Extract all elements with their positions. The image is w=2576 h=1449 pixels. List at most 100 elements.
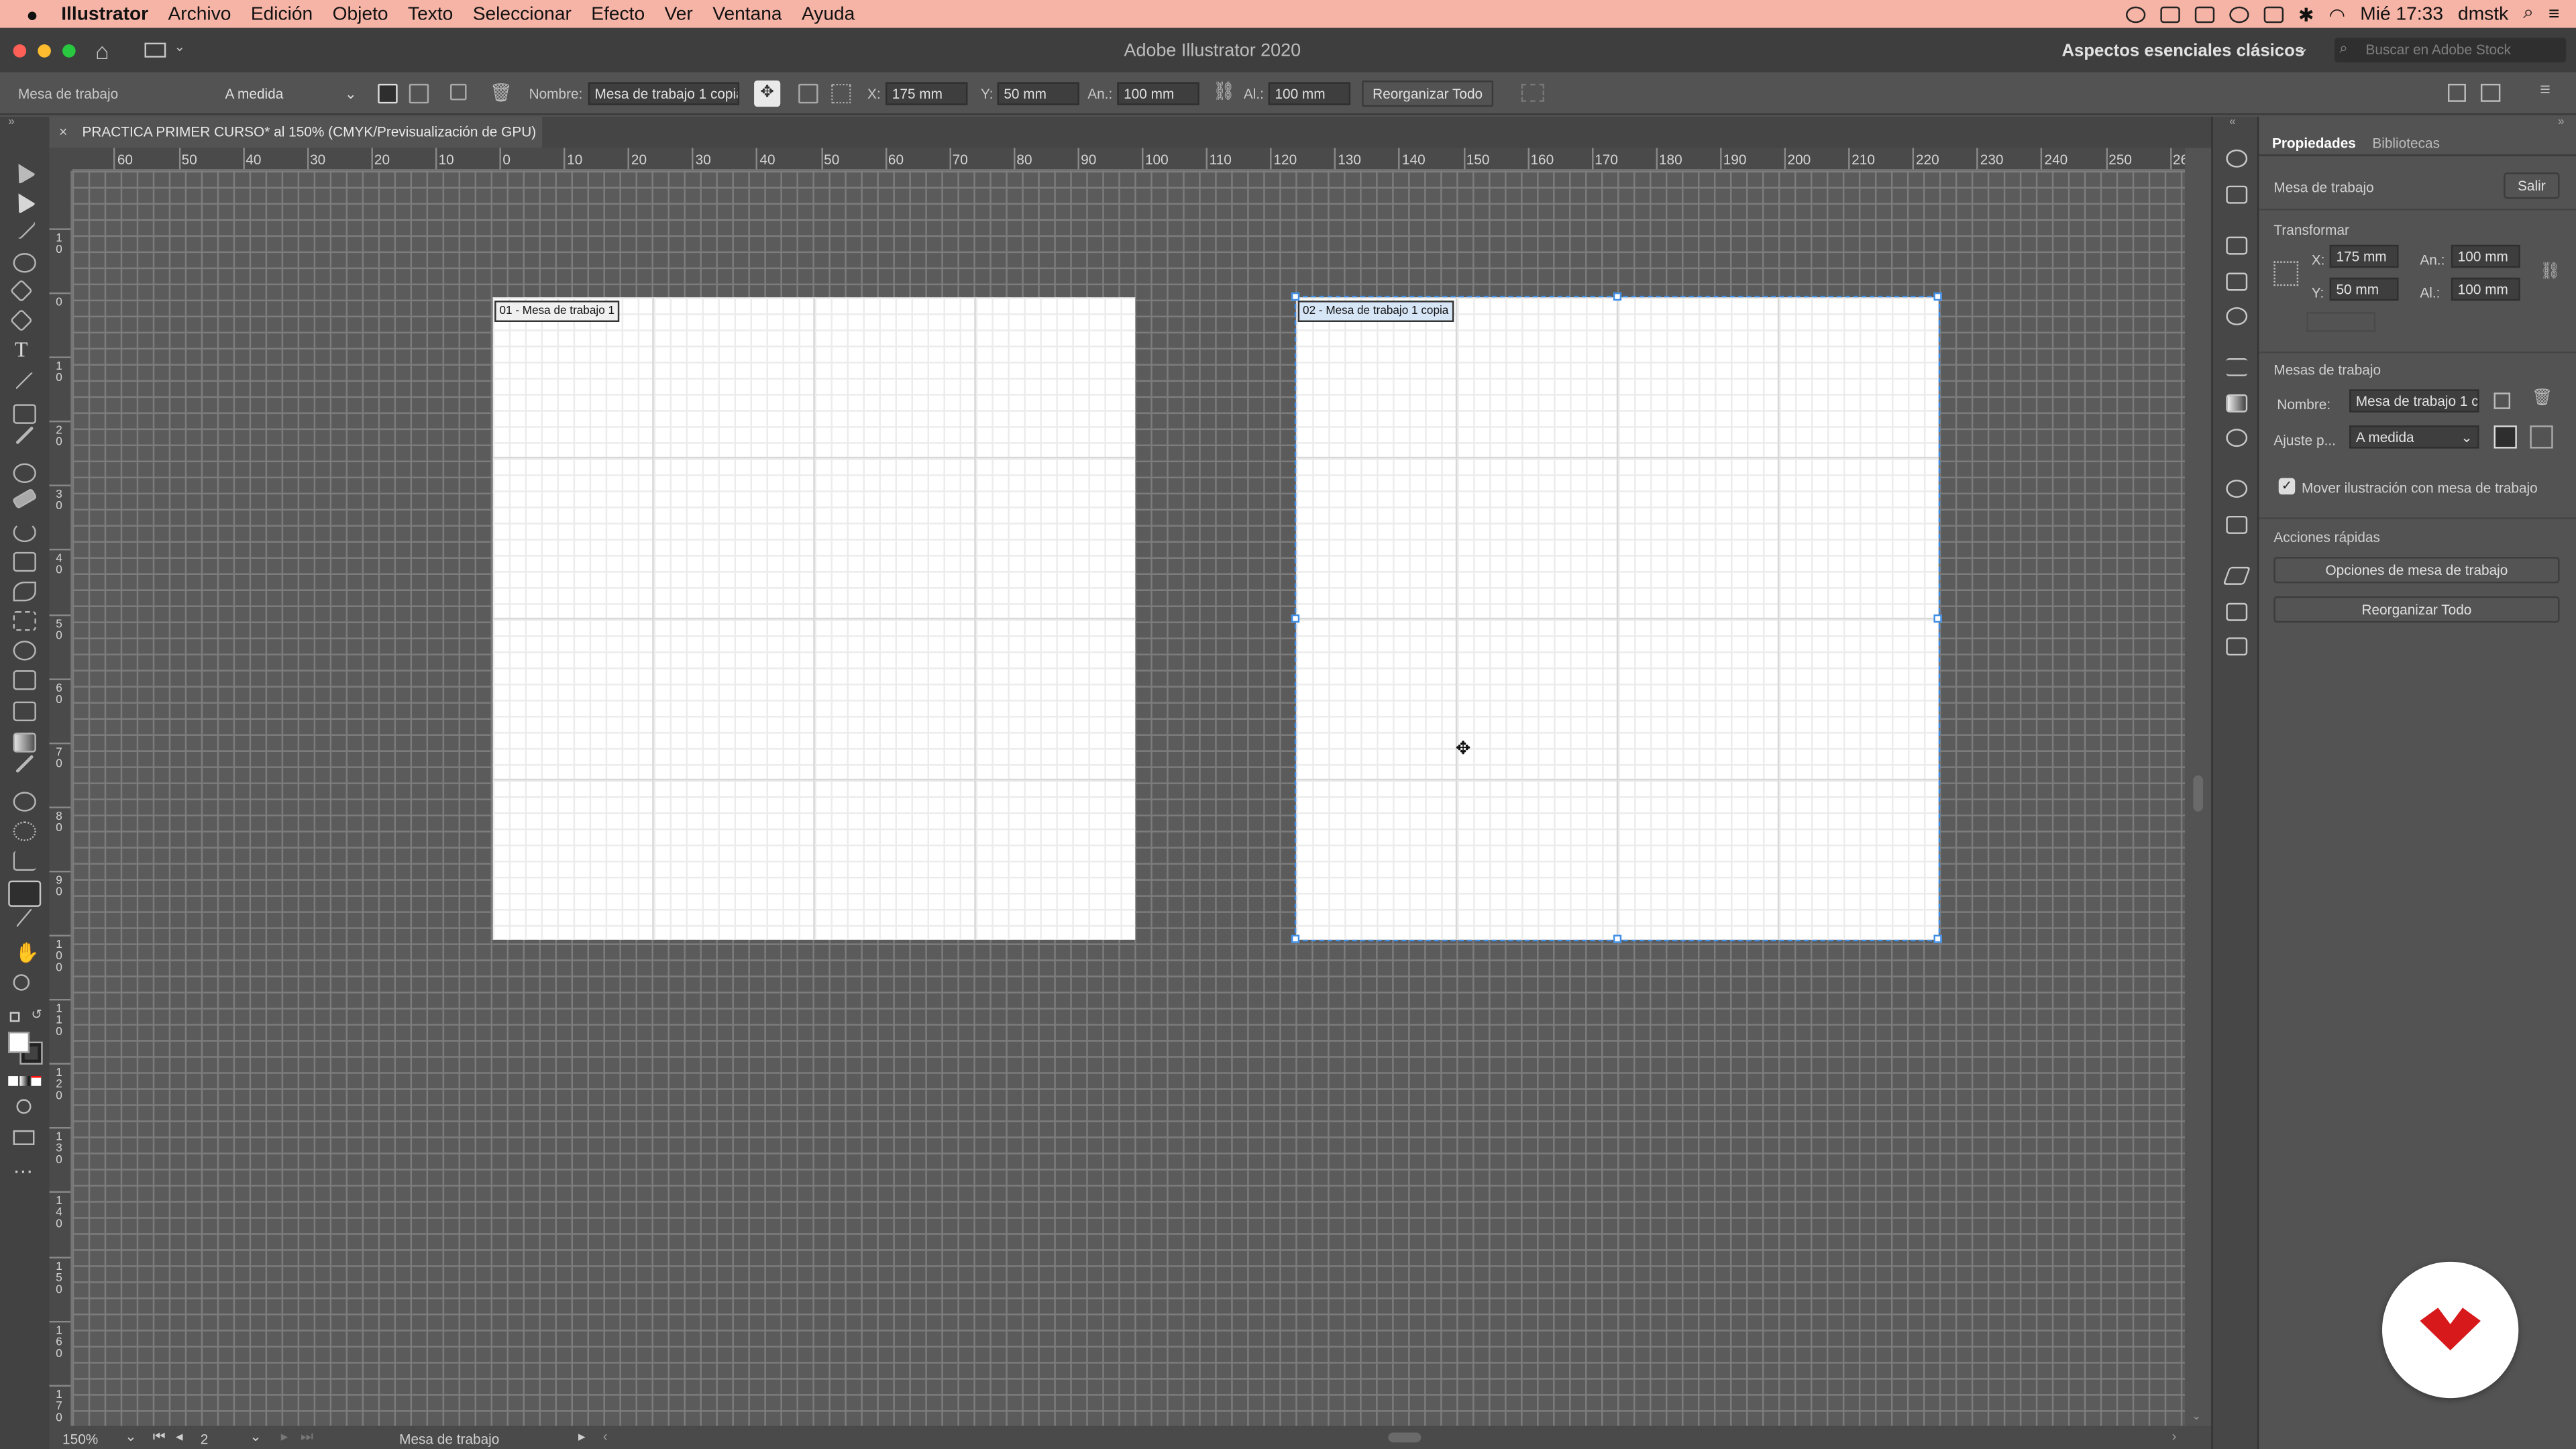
hand-tool-icon[interactable]: ✋ [15, 941, 40, 964]
more-tools-icon[interactable]: ⋯ [13, 1160, 33, 1183]
ruler-origin[interactable] [49, 148, 72, 171]
pen-tool-icon[interactable] [9, 279, 34, 303]
artboard-tool-icon[interactable] [8, 880, 42, 907]
none-mode-icon[interactable] [31, 1076, 42, 1086]
collapse-panels-icon[interactable]: « [2229, 117, 2236, 128]
arrange-icon[interactable] [2447, 83, 2466, 102]
reference-point-icon[interactable] [831, 83, 851, 104]
rectangle-tool-icon[interactable] [13, 404, 36, 424]
line-tool-icon[interactable] [15, 372, 34, 391]
type-tool-icon[interactable]: T [15, 337, 28, 363]
clock[interactable]: Mié 17:33 [2360, 4, 2443, 23]
collapse-toolbar-icon[interactable]: » [8, 117, 15, 128]
status-mode[interactable]: Mesa de trabajo [399, 1431, 499, 1447]
resize-handle-top-right[interactable] [1933, 292, 1942, 301]
artboard-options-icon[interactable] [798, 83, 818, 104]
close-tab-icon[interactable]: × [59, 117, 67, 148]
bluetooth-icon[interactable]: ✱ [2298, 3, 2314, 25]
constrain-proportions-icon[interactable]: ⛓ [2540, 263, 2561, 281]
new-artboard-icon[interactable] [2493, 392, 2511, 409]
vertical-ruler[interactable]: 1 0 0 1 0 2 0 3 0 4 0 5 0 6 0 7 0 8 0 9 0 1 0 0 1 1 … [49, 170, 72, 1426]
move-with-artboard-icon[interactable]: ✥ [754, 80, 781, 107]
rearrange-all-button[interactable]: Reorganizar Todo [2273, 596, 2560, 623]
shape-builder-tool-icon[interactable] [13, 641, 36, 661]
resize-handle-top[interactable] [1613, 292, 1622, 301]
zoom-level[interactable]: 150% [62, 1431, 98, 1447]
asset-export-panel-icon[interactable] [2226, 602, 2248, 621]
width-input[interactable]: 100 mm [1117, 82, 1199, 105]
menu-edicion[interactable]: Edición [251, 4, 313, 23]
color-mode-icon[interactable] [8, 1076, 18, 1086]
artboard-number-chevron-icon[interactable]: ⌄ [250, 1428, 261, 1446]
artboard-name-input[interactable]: Mesa de trabajo 1 copia [588, 82, 740, 105]
prop-width-input[interactable]: 100 mm [2451, 244, 2520, 268]
artboards-panel-icon[interactable] [2226, 637, 2248, 656]
scroll-down-arrow-icon[interactable]: ⌄ [2192, 1409, 2201, 1423]
creative-cloud-icon[interactable] [2125, 5, 2146, 23]
canvas-area[interactable]: 01 - Mesa de trabajo 1 02 - Mesa de trab… [72, 170, 2186, 1426]
resize-handle-bottom-right[interactable] [1933, 934, 1942, 943]
move-art-checkbox[interactable]: ✓ [2278, 478, 2296, 495]
resize-handle-right[interactable] [1933, 614, 1942, 623]
menu-objeto[interactable]: Objeto [333, 4, 388, 23]
scale-tool-icon[interactable] [13, 551, 36, 572]
delete-artboard-icon[interactable]: 🗑 [490, 82, 513, 103]
artboard-2[interactable]: 02 - Mesa de trabajo 1 copia [1291, 292, 1942, 943]
zoom-chevron-icon[interactable]: ⌄ [125, 1428, 136, 1446]
y-input[interactable]: 50 mm [997, 82, 1079, 105]
prop-preset-select[interactable]: A medida ⌄ [2349, 425, 2479, 449]
user-name[interactable]: dmstk [2458, 4, 2508, 23]
resize-handle-top-left[interactable] [1291, 292, 1300, 301]
width-tool-icon[interactable] [13, 581, 36, 602]
layers-panel-icon[interactable] [2222, 566, 2251, 585]
blend-tool-icon[interactable] [13, 792, 36, 812]
workspace-switcher[interactable]: Aspectos esenciales clásicos [2061, 41, 2304, 60]
height-input[interactable]: 100 mm [1268, 82, 1351, 105]
stock-search-input[interactable]: ⌕ Buscar en Adobe Stock [2334, 38, 2567, 63]
prop-height-input[interactable]: 100 mm [2451, 277, 2520, 301]
artboard-number[interactable]: 2 [201, 1431, 209, 1447]
landscape-orientation-icon[interactable] [2530, 425, 2553, 449]
menu-archivo[interactable]: Archivo [168, 4, 231, 23]
gradient-tool-icon[interactable] [13, 733, 36, 753]
scroll-left-arrow-icon[interactable]: ‹ [603, 1428, 608, 1444]
artboard-1[interactable]: 01 - Mesa de trabajo 1 [492, 297, 1136, 940]
apple-icon[interactable]: ● [26, 3, 38, 25]
status-app3-icon[interactable] [2229, 5, 2249, 23]
transparency-panel-icon[interactable] [2226, 429, 2248, 447]
paintbrush-tool-icon[interactable] [15, 426, 34, 445]
resize-handle-bottom[interactable] [1613, 934, 1622, 943]
menu-texto[interactable]: Texto [408, 4, 453, 23]
artboard-1-label[interactable]: 01 - Mesa de trabajo 1 [494, 301, 620, 323]
menu-efecto[interactable]: Efecto [591, 4, 645, 23]
lasso-tool-icon[interactable] [13, 253, 36, 273]
resize-handle-left[interactable] [1291, 614, 1300, 623]
shaper-tool-icon[interactable] [13, 463, 36, 484]
tab-libraries[interactable]: Bibliotecas [2372, 135, 2440, 151]
menu-seleccionar[interactable]: Seleccionar [473, 4, 572, 23]
prop-name-input[interactable]: Mesa de trabajo 1 copia [2349, 389, 2479, 413]
scroll-thumb[interactable] [2193, 775, 2204, 812]
constrain-proportions-icon[interactable]: ⛓ [1212, 80, 1235, 101]
menu-ver[interactable]: Ver [665, 4, 693, 23]
document-setup-icon[interactable] [2480, 83, 2501, 102]
reference-point-icon[interactable] [2273, 261, 2299, 286]
wifi-icon[interactable]: ◠ [2329, 3, 2346, 25]
workspace-chevron-icon[interactable]: ⌄ [2297, 40, 2309, 58]
stroke-panel-icon[interactable] [2226, 358, 2248, 376]
rearrange-all-button[interactable]: Reorganizar Todo [1362, 80, 1494, 107]
perspective-grid-tool-icon[interactable] [13, 670, 36, 690]
graphic-styles-panel-icon[interactable] [2226, 515, 2248, 534]
menu-ayuda[interactable]: Ayuda [802, 4, 855, 23]
appearance-panel-icon[interactable] [2226, 480, 2248, 498]
align-icon[interactable] [1521, 83, 1545, 102]
brushes-panel-icon[interactable] [2226, 272, 2248, 291]
libraries-panel-icon[interactable] [2226, 185, 2248, 204]
slice-tool-icon[interactable] [15, 908, 34, 928]
new-artboard-icon[interactable] [450, 83, 467, 101]
symbol-sprayer-tool-icon[interactable] [13, 821, 36, 841]
default-colors-icon[interactable] [9, 1012, 20, 1022]
drawing-mode-icon[interactable] [16, 1099, 32, 1114]
artboard-2-label[interactable]: 02 - Mesa de trabajo 1 copia [1297, 301, 1454, 323]
mesh-tool-icon[interactable] [13, 701, 36, 722]
